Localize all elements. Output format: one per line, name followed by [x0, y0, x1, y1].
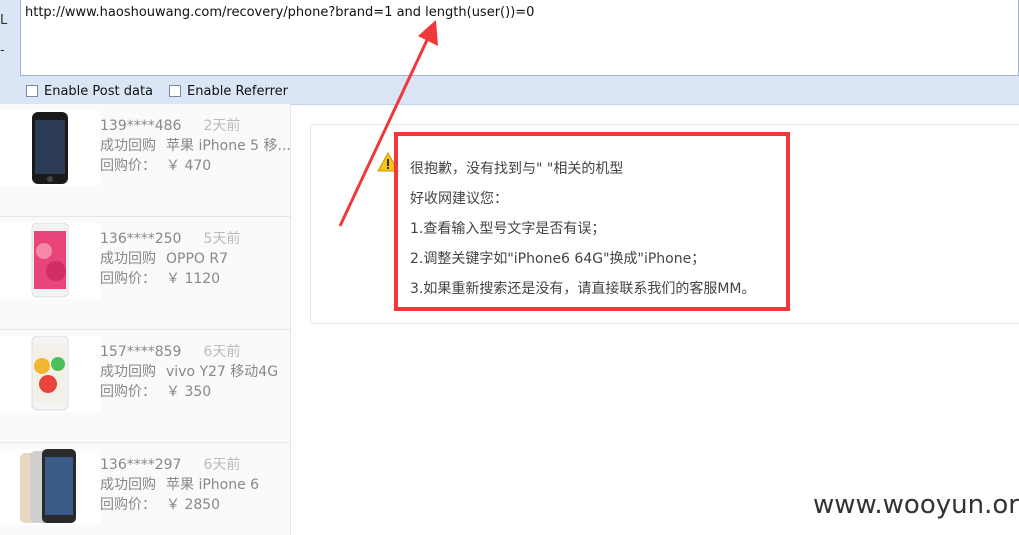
enable-post-label: Enable Post data [44, 83, 154, 99]
enable-post-checkbox[interactable] [26, 85, 38, 97]
iphone-6-image [20, 449, 76, 523]
order-price: ￥ 2850 [166, 497, 221, 513]
message-line-2: 好收网建议您： [410, 191, 508, 207]
enable-post-option[interactable]: Enable Post data [26, 84, 153, 99]
order-model: 苹果 iPhone 6 [166, 477, 260, 493]
message-line-4: 2.调整关键字如"iPhone6 64G"换成"iPhone； [410, 251, 706, 267]
order-time: 5天前 [203, 231, 241, 247]
hackbar-toolbar: L - http://www.haoshouwang.com/recovery/… [0, 0, 1019, 105]
list-item[interactable]: 136****250 5天前 成功回购 OPPO R7 回购价： ￥ 1120 [0, 217, 290, 330]
toolbar-options: Enable Post data Enable Referrer [26, 82, 304, 100]
phone-thumbnail [0, 449, 100, 525]
order-price: ￥ 1120 [166, 271, 221, 287]
message-line-5: 3.如果重新搜索还是没有，请直接联系我们的客服MM。 [410, 281, 756, 297]
no-result-message: 很抱歉，没有找到与" "相关的机型 好收网建议您： 1.查看输入型号文字是否有误… [394, 132, 790, 311]
order-price-label: 回购价： [100, 497, 156, 513]
enable-referrer-label: Enable Referrer [187, 83, 288, 99]
order-status: 成功回购 [100, 251, 156, 267]
iphone-5-image [32, 112, 68, 184]
oppo-r7-image [31, 222, 69, 298]
side-label-load[interactable]: L [0, 6, 14, 36]
order-status: 成功回购 [100, 477, 156, 493]
message-line-3: 1.查看输入型号文字是否有误； [410, 221, 606, 237]
recent-orders-list: 139****486 2天前 成功回购 苹果 iPhone 5 移... 回购价： ￥… [0, 104, 291, 535]
watermark: www.wooyun.org [813, 490, 1019, 520]
url-textarea[interactable]: http://www.haoshouwang.com/recovery/phon… [20, 0, 1019, 76]
order-phone: 139****486 [100, 118, 182, 134]
phone-thumbnail [0, 335, 100, 412]
order-price-label: 回购价： [100, 271, 156, 287]
phone-thumbnail [0, 222, 100, 299]
order-price-label: 回购价： [100, 158, 156, 174]
list-item[interactable]: 136****297 6天前 成功回购 苹果 iPhone 6 回购价： ￥ 2850 [0, 443, 290, 535]
enable-referrer-checkbox[interactable] [169, 85, 182, 97]
order-status: 成功回购 [100, 364, 156, 380]
order-price: ￥ 470 [166, 158, 212, 174]
order-time: 2天前 [203, 118, 241, 134]
order-phone: 136****297 [100, 457, 182, 473]
list-item[interactable]: 139****486 2天前 成功回购 苹果 iPhone 5 移... 回购价： ￥… [0, 104, 290, 217]
order-time: 6天前 [203, 344, 241, 360]
list-item[interactable]: 157****859 6天前 成功回购 vivo Y27 移动4G 回购价： ￥ 35… [0, 330, 290, 443]
vivo-y27-image [31, 335, 69, 411]
order-model: OPPO R7 [166, 251, 229, 267]
order-time: 6天前 [203, 457, 241, 473]
order-price-label: 回购价： [100, 384, 156, 400]
order-price: ￥ 350 [166, 384, 212, 400]
phone-thumbnail [0, 110, 100, 186]
side-label-split[interactable]: - [0, 36, 14, 66]
order-model: 苹果 iPhone 5 移... [166, 138, 290, 154]
order-model: vivo Y27 移动4G [166, 364, 279, 380]
enable-referrer-option[interactable]: Enable Referrer [169, 84, 288, 99]
order-status: 成功回购 [100, 138, 156, 154]
toolbar-side-labels: L - [0, 6, 14, 66]
order-phone: 157****859 [100, 344, 182, 360]
order-phone: 136****250 [100, 231, 182, 247]
message-line-1: 很抱歉，没有找到与" "相关的机型 [410, 161, 624, 177]
